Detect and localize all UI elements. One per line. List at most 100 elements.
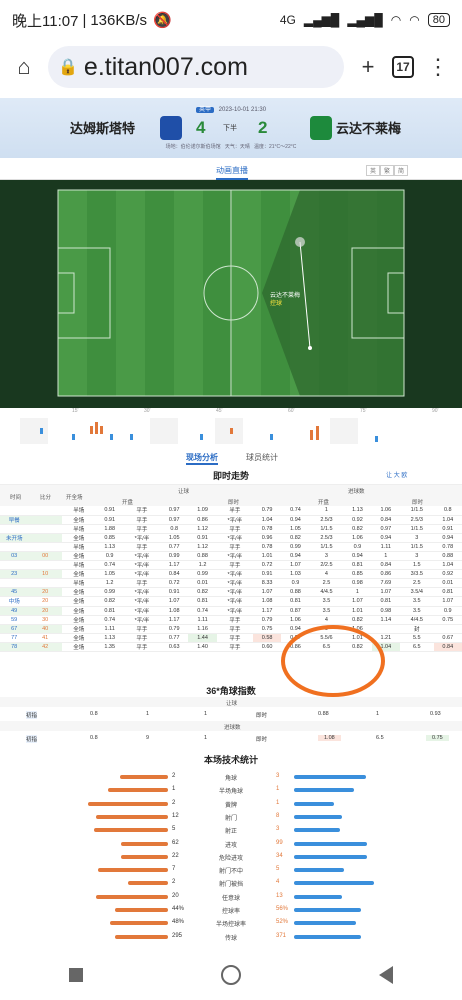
home-stat-bar (88, 801, 168, 806)
odds-cell: 1.35 (95, 642, 124, 653)
home-nav-icon[interactable] (221, 965, 241, 985)
odds-cell: 0.9 (95, 551, 124, 562)
odds-score-cell: 00 (28, 551, 62, 562)
odds-cell: *平/半 (216, 596, 253, 607)
odds-cell: 2.5/3 (400, 515, 434, 525)
odds-head-fulltime: 开全场 (66, 495, 83, 501)
new-tab-icon[interactable]: + (354, 54, 382, 80)
address-bar[interactable]: 🔒 e.titan007.com (48, 46, 344, 88)
home-team[interactable]: 达姆斯塔特 (70, 118, 135, 137)
odds-cell: 1.13 (343, 506, 372, 516)
odds-cell: 1.17 (160, 560, 189, 571)
odds-cell: 1/1.5 (309, 542, 344, 552)
browser-toolbar: ⌂ 🔒 e.titan007.com + 17 ⋮ (0, 40, 462, 94)
odds-time-cell: 中场 (0, 596, 29, 607)
back-icon[interactable] (379, 966, 393, 984)
odds-time-cell: 未开场 (0, 533, 29, 543)
tab-analysis[interactable]: 现场分析 (186, 452, 218, 465)
legend-overunder[interactable]: 大 (394, 473, 400, 479)
tick-90: 90' (432, 408, 439, 414)
odds-cell: 2/2.5 (309, 560, 344, 571)
odds-score-cell: 42 (28, 642, 62, 653)
lang-trad-button[interactable]: 繁 (380, 165, 395, 176)
odds-cell: 1.2 (95, 578, 124, 589)
odds-cell: 1/1.5 (400, 524, 434, 534)
odds-cell: 0.88 (188, 551, 217, 562)
odds-cell: *平/半 (123, 587, 160, 598)
odds-cell: *平/半 (216, 578, 253, 589)
odds-cell: 3.5/4 (400, 587, 434, 598)
odds-cell: 全场 (61, 596, 96, 607)
odds-score-cell (28, 506, 62, 516)
away-stat-bar (294, 908, 361, 912)
away-team[interactable]: 云达不莱梅 (336, 118, 401, 137)
tick-45: 45' (216, 408, 223, 414)
odds-cell: *平/半 (123, 596, 160, 607)
home-stat-bar (98, 868, 168, 873)
analysis-tabs: 现场分析 球员统计 (0, 452, 462, 466)
odds-time-cell: 03 (0, 551, 29, 562)
odds-cell: 1.04 (252, 515, 282, 525)
legend-handicap[interactable]: 让 (386, 473, 392, 479)
odds-cell: 0.84 (160, 569, 189, 580)
lang-en-button[interactable]: 英 (366, 165, 381, 176)
corner-r2-v3: 1 (204, 735, 208, 741)
legend-european[interactable]: 欧 (401, 473, 407, 479)
corner-sub1: 让球 (0, 697, 462, 707)
away-stat-bar (294, 841, 367, 846)
tab-animation-live[interactable]: 动画直播 (216, 165, 248, 180)
odds-head-live: 即时 (228, 500, 240, 506)
lang-simp-button[interactable]: 简 (394, 165, 409, 176)
odds-row: 未开场 全场 0.85 *平/半 1.05 0.91 *平/半 0.96 0.82 2.5/3 1.… (0, 533, 462, 543)
odds-cell: 0.77 (160, 633, 189, 643)
odds-cell: 0.74 (281, 506, 310, 516)
stat-label: 射门 (224, 815, 237, 822)
odds-cell: *平/半 (123, 606, 160, 616)
tab-count-button[interactable]: 17 (392, 56, 414, 78)
odds-cell: 1.06 (343, 533, 372, 543)
odds-cell: 全场 (61, 551, 96, 562)
recents-icon[interactable] (69, 968, 83, 982)
odds-cell: 5.5 (400, 633, 434, 643)
odds-cell: 0.01 (433, 578, 462, 589)
away-stat-bar (294, 854, 367, 859)
odds-cell: 平手 (123, 506, 160, 516)
league-badge: 英甲 (195, 107, 214, 113)
status-bar: 晚上11:07 | 136KB/s 🔕 4G ▂▄▆█ ▂▄▆█ ◠ ◠ 80 (0, 0, 462, 40)
corner-r1-v2: 1 (146, 711, 150, 717)
match-header: 英甲 2023-10-01 21:30 达姆斯塔特 4 下半 2 云达不莱梅 场… (0, 98, 462, 158)
tab-player-stats[interactable]: 球员统计 (246, 452, 278, 463)
odds-time-cell (0, 578, 29, 589)
odds-cell: 0.79 (252, 506, 282, 516)
odds-cell: 0.01 (188, 578, 217, 589)
odds-cell: 1.01 (343, 606, 372, 616)
odds-cell: 0.84 (433, 642, 462, 653)
odds-cell: 0.97 (160, 515, 189, 525)
stat-label: 射门不中 (218, 869, 243, 876)
odds-head-score: 比分 (40, 495, 52, 501)
odds-cell: 0.8 (160, 524, 189, 534)
corner-r2-v2: 9 (146, 735, 150, 741)
odds-cell: 0.94 (281, 551, 310, 562)
wifi-icon: ◠ (390, 13, 402, 27)
odds-head-handicap: 让球 (178, 489, 190, 495)
odds-cell: 1.04 (433, 515, 462, 525)
stat-label: 半场控球率 (215, 922, 246, 929)
odds-head-time: 时间 (10, 495, 22, 501)
odds-cell: 0.84 (371, 560, 401, 571)
odds-cell: *平/半 (123, 569, 160, 580)
stat-label: 射正 (224, 829, 237, 836)
odds-cell: 半场 (61, 578, 96, 589)
odds-cell: 1.12 (188, 542, 217, 552)
odds-cell: 0.75 (433, 615, 462, 625)
home-icon[interactable]: ⌂ (10, 54, 38, 80)
odds-header: 让球 进球数 时间 比分 开全场 开盘 即时 开盘 即时 (0, 484, 462, 506)
odds-cell: 1.07 (371, 587, 401, 598)
more-menu-icon[interactable]: ⋮ (424, 54, 452, 80)
odds-time-cell: 78 (0, 642, 29, 653)
odds-time-cell: 23 (0, 569, 29, 580)
odds-time-cell: 67 (0, 624, 29, 634)
odds-score-cell: 30 (28, 615, 62, 625)
odds-cell: 平手 (123, 624, 160, 634)
odds-cell: 1/1.5 (400, 542, 434, 552)
